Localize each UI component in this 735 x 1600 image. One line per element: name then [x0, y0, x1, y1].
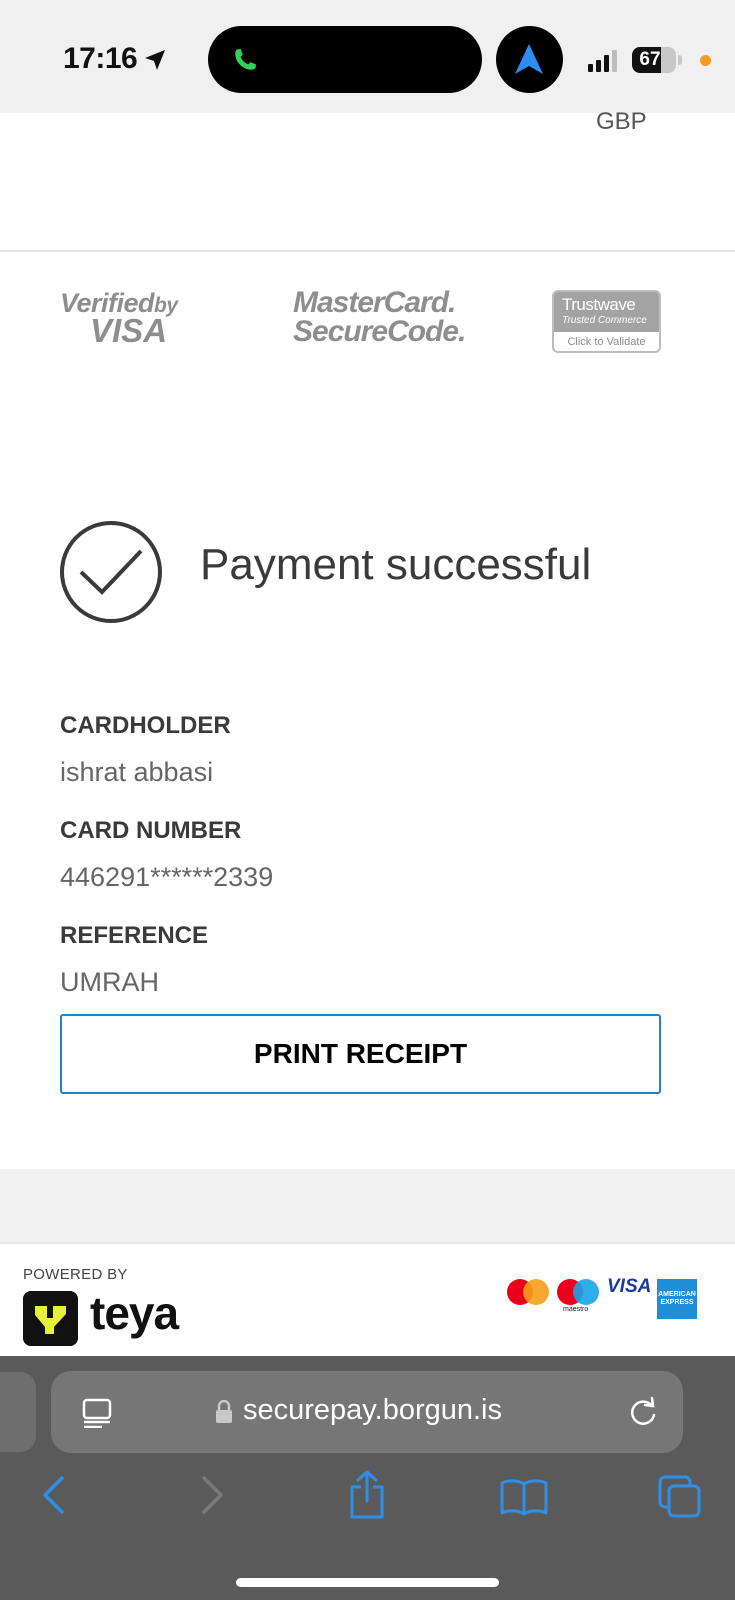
- cardholder-label: CARDHOLDER: [60, 712, 231, 739]
- maestro-icon-right: [573, 1279, 599, 1305]
- reference-value: UMRAH: [60, 967, 159, 997]
- forward-icon[interactable]: [200, 1475, 226, 1515]
- reload-icon[interactable]: [628, 1396, 658, 1428]
- page-menu-icon[interactable]: [82, 1398, 112, 1428]
- battery-icon: 67: [632, 47, 676, 73]
- location-arrow-icon: [145, 50, 165, 70]
- msc-line1: MasterCard.: [293, 286, 456, 319]
- tabs-icon[interactable]: [658, 1475, 702, 1519]
- powered-by-label: POWERED BY: [23, 1266, 128, 1283]
- verified-by-visa-logo[interactable]: Verifiedby VISA: [60, 288, 190, 349]
- home-indicator[interactable]: [236, 1578, 499, 1587]
- trustwave-sub: Trusted Commerce: [562, 315, 647, 326]
- amex-logo: AMERICAN EXPRESS: [657, 1279, 697, 1319]
- checkmark-circle-icon: [60, 521, 162, 623]
- navigation-activity[interactable]: [496, 26, 563, 93]
- trustwave-seal[interactable]: Trustwave Trusted Commerce Click to Vali…: [552, 290, 661, 353]
- msc-line2: SecureCode.: [293, 315, 466, 348]
- battery-level: 67: [639, 49, 661, 70]
- card-number-label: CARD NUMBER: [60, 817, 242, 844]
- navigation-icon: [515, 44, 543, 74]
- battery-nub: [678, 55, 682, 65]
- print-receipt-button[interactable]: PRINT RECEIPT: [60, 1014, 661, 1094]
- amex-line1: AMERICAN: [658, 1291, 696, 1298]
- maestro-label: maestro: [563, 1306, 589, 1313]
- share-icon[interactable]: [348, 1470, 386, 1520]
- payment-status: Payment successful: [200, 540, 592, 589]
- status-time: 17:16: [63, 42, 138, 75]
- amex-line2: EXPRESS: [660, 1299, 694, 1306]
- recording-indicator: [700, 55, 711, 66]
- back-icon[interactable]: [40, 1475, 66, 1515]
- reference-label: REFERENCE: [60, 922, 209, 949]
- teya-logo-icon: [23, 1291, 78, 1346]
- status-bar: 17:16 67: [0, 0, 735, 113]
- cardholder-value: ishrat abbasi: [60, 757, 214, 787]
- currency-label: GBP: [596, 108, 647, 135]
- mastercard-securecode-logo[interactable]: MasterCard. SecureCode.: [293, 286, 466, 348]
- address-bar[interactable]: securepay.borgun.is: [51, 1371, 683, 1453]
- bookmarks-icon[interactable]: [500, 1478, 548, 1516]
- card-number-value: 446291******2339: [60, 862, 274, 892]
- page-separator: [0, 1169, 735, 1244]
- teya-brand: teya: [90, 1287, 179, 1339]
- payment-methods: maestro VISA AMERICAN EXPRESS: [505, 1275, 705, 1320]
- signal-icon: [588, 50, 617, 72]
- previous-tab-preview[interactable]: [0, 1372, 36, 1452]
- phone-icon: [235, 49, 256, 70]
- mastercard-icon-right: [523, 1279, 549, 1305]
- trustwave-name: Trustwave: [562, 295, 636, 314]
- visa-logo: VISA: [607, 1276, 652, 1297]
- divider: [0, 250, 735, 252]
- lock-icon: [216, 1400, 232, 1423]
- trustwave-action: Click to Validate: [567, 336, 646, 348]
- url-text[interactable]: securepay.borgun.is: [243, 1394, 502, 1427]
- dynamic-island[interactable]: [208, 26, 482, 93]
- vbv-visa: VISA: [90, 312, 168, 349]
